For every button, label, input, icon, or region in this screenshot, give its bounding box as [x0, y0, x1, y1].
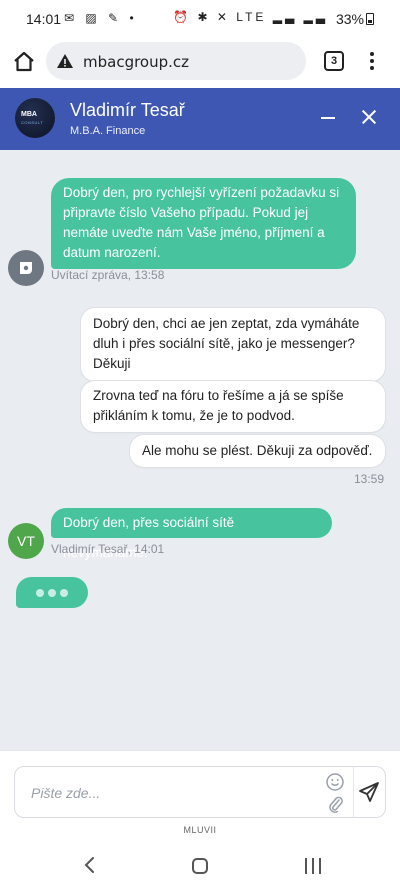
status-bar: 14:01 ✉ ▨ ✎ • ⏰ ✱ ✕ LTE ▂▃ ▂▃ 33% [0, 0, 400, 36]
message-meta: Vladimír Tesař, 14:01 [51, 542, 165, 556]
agent-message: Dobrý den, pro rychlejší vyřízení požada… [51, 178, 356, 269]
minimize-icon[interactable] [321, 117, 335, 119]
message-input[interactable]: Pište zde... [14, 766, 386, 818]
emoji-icon[interactable] [325, 772, 345, 792]
home-nav-icon[interactable] [192, 858, 208, 874]
notification-icons: ✉ ▨ ✎ • [64, 11, 138, 25]
company-logo: MBA CONSULT [15, 98, 55, 138]
message-list[interactable]: Dobrý den, pro rychlejší vyřízení požada… [0, 150, 400, 750]
tab-switcher-button[interactable]: 3 [324, 51, 344, 71]
battery-icon [366, 13, 374, 25]
warning-icon[interactable] [56, 52, 74, 70]
url-text: mbacgroup.cz [83, 53, 190, 71]
browser-menu-icon[interactable] [366, 50, 378, 72]
bot-avatar [8, 250, 44, 286]
logo-text-bottom: CONSULT [21, 120, 44, 125]
close-icon[interactable] [361, 109, 377, 125]
agent-company: M.B.A. Finance [70, 125, 146, 137]
attachment-icon[interactable] [325, 794, 345, 814]
user-message: Ale mohu se plést. Děkuji za odpověď. [130, 435, 385, 467]
agent-avatar: VT [8, 523, 44, 559]
input-divider [353, 767, 354, 817]
chat-header: MBA CONSULT Vladimír Tesař M.B.A. Financ… [0, 88, 400, 150]
powered-by-label: MLUVII [183, 825, 217, 835]
message-meta: 13:59 [354, 472, 385, 486]
status-time: 14:01 [26, 11, 62, 27]
user-message: Zrovna teď na fóru to řešíme a já se spí… [81, 381, 385, 432]
home-icon[interactable] [10, 48, 38, 76]
composer: Pište zde... MLUVII [0, 750, 400, 842]
system-icons: ⏰ ✱ ✕ LTE ▂▃ ▂▃ [173, 10, 328, 24]
logo-text-top: MBA [21, 111, 37, 118]
message-meta: Uvítací zpráva, 13:58 [51, 268, 165, 282]
system-nav-bar [0, 842, 400, 889]
recents-icon[interactable] [304, 858, 322, 874]
agent-message: Dobrý den, přes sociální sítě nevymáháme… [51, 508, 332, 560]
battery-percent: 33% [335, 11, 364, 27]
typing-indicator [16, 577, 88, 608]
back-icon[interactable] [82, 856, 98, 874]
user-message: Dobrý den, chci ae jen zeptat, zda vymáh… [81, 308, 385, 381]
chatbot-icon [20, 262, 32, 274]
input-placeholder: Pište zde... [31, 785, 101, 801]
agent-name: Vladimír Tesař [70, 100, 185, 120]
browser-toolbar: mbacgroup.cz 3 [0, 36, 400, 88]
address-bar[interactable]: mbacgroup.cz [46, 42, 306, 80]
send-icon[interactable] [358, 781, 380, 803]
battery-indicator: 33% [336, 11, 374, 27]
